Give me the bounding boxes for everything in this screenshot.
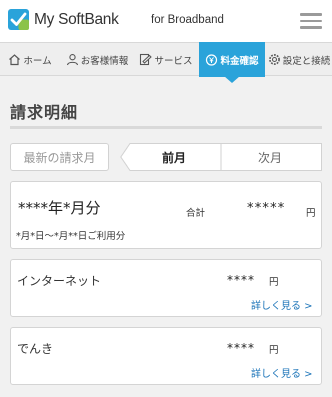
nav-item-label: 料金確認 (220, 55, 259, 67)
next-month-tab[interactable]: 次月 (222, 143, 318, 171)
bill-item-electricity: でんき **** 円 詳しく見る > (10, 327, 322, 385)
yen-unit: 円 (269, 277, 279, 288)
global-nav: ホーム お客様情報 サービス 料金確認 設定と接続 (0, 42, 332, 77)
nav-item-home[interactable]: ホーム (0, 43, 60, 76)
my-softbank-logo-icon (8, 9, 29, 30)
nav-item-label: お客様情報 (80, 55, 129, 67)
billing-period: ****年*月分 (18, 199, 101, 217)
month-switcher: 前月 次月 (120, 143, 322, 171)
nav-item-settings[interactable]: 設定と接続 (266, 43, 332, 76)
total-label: 合計 (186, 208, 206, 219)
internet-details-link[interactable]: 詳しく見る > (251, 297, 313, 312)
nav-item-label: 設定と接続 (282, 55, 331, 67)
yen-coin-icon (206, 54, 218, 66)
hamburger-menu-icon[interactable] (300, 12, 322, 30)
document-edit-icon (140, 53, 153, 66)
latest-bill-button[interactable]: 最新の請求月 (10, 143, 109, 171)
nav-item-label: サービス (154, 55, 193, 67)
nav-item-service[interactable]: サービス (134, 43, 198, 76)
page-title: 請求明細 (10, 103, 79, 122)
bill-item-amount: **** (227, 273, 255, 287)
nav-item-customer-info[interactable]: お客様情報 (62, 43, 132, 76)
bill-item-internet: インターネット **** 円 詳しく見る > (10, 259, 322, 317)
nav-item-label: ホーム (23, 55, 52, 67)
yen-unit: 円 (269, 345, 279, 356)
bill-item-name: でんき (17, 342, 54, 356)
brand-name: My SoftBank (34, 11, 119, 28)
total-amount: ***** (247, 201, 286, 216)
nav-item-billing[interactable]: 料金確認 (199, 42, 265, 77)
home-icon (9, 54, 21, 66)
title-divider (10, 126, 322, 129)
brand-subtitle: for Broadband (151, 14, 224, 26)
bill-summary-card: ****年*月分 合計 ***** 円 *月*日～*月**日ご利用分 (10, 181, 322, 249)
electricity-details-link[interactable]: 詳しく見る > (251, 365, 313, 380)
usage-period: *月*日～*月**日ご利用分 (16, 231, 126, 242)
active-nav-indicator (224, 76, 240, 83)
yen-unit: 円 (306, 208, 316, 219)
bill-item-name: インターネット (17, 274, 102, 288)
bill-item-amount: **** (227, 341, 255, 355)
app-header: My SoftBank for Broadband (0, 0, 332, 42)
previous-month-tab[interactable]: 前月 (128, 143, 220, 171)
user-icon (66, 54, 78, 66)
gear-icon (268, 54, 280, 65)
